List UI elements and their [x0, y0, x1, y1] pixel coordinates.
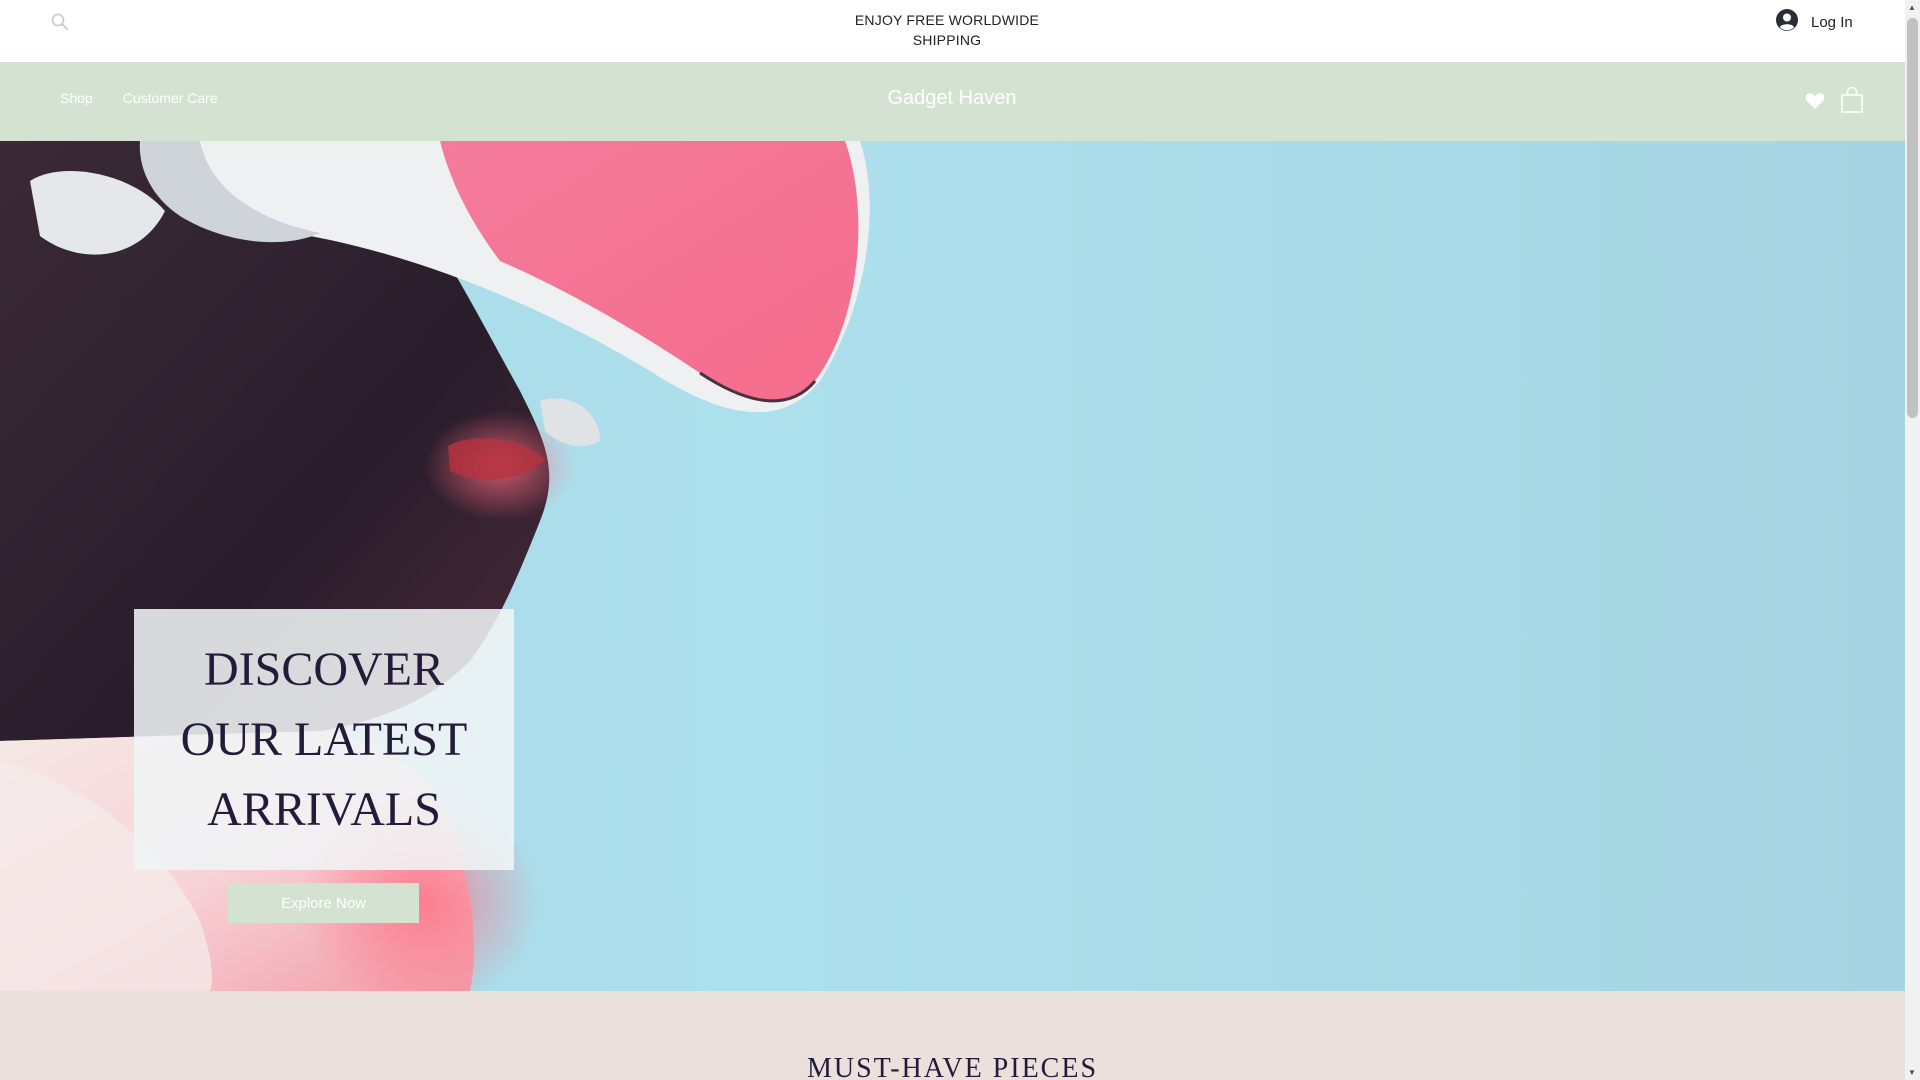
hero-card: DISCOVER OUR LATEST ARRIVALS	[134, 609, 514, 870]
scroll-down-arrow-icon[interactable]: ▼	[1908, 1068, 1916, 1078]
main-nav: Shop Customer Care Gadget Haven	[0, 62, 1905, 141]
search-icon[interactable]	[50, 12, 70, 32]
shipping-announcement: ENJOY FREE WORLDWIDE SHIPPING	[854, 12, 1040, 48]
section-title: MUST-HAVE PIECES	[806, 1053, 1099, 1080]
nav-links: Shop Customer Care	[60, 90, 218, 106]
user-avatar-icon	[1775, 8, 1799, 37]
shopping-bag-icon[interactable]	[1840, 86, 1864, 114]
vertical-scrollbar[interactable]: ▲ ▼	[1905, 0, 1920, 1080]
nav-link-customer-care[interactable]: Customer Care	[123, 90, 218, 106]
hero-banner: DISCOVER OUR LATEST ARRIVALS Explore Now	[0, 141, 1905, 991]
scroll-thumb[interactable]	[1907, 18, 1918, 418]
login-label: Log In	[1811, 13, 1853, 31]
hero-title: DISCOVER OUR LATEST ARRIVALS	[180, 642, 468, 836]
explore-now-button[interactable]: Explore Now	[228, 883, 419, 923]
announcement-bar: ENJOY FREE WORLDWIDE SHIPPING Log In	[0, 0, 1905, 62]
nav-link-shop[interactable]: Shop	[60, 90, 93, 106]
heart-icon[interactable]	[1804, 91, 1826, 111]
brand-name[interactable]: Gadget Haven	[852, 87, 1052, 110]
login-button[interactable]: Log In	[1775, 8, 1853, 37]
must-have-section: MUST-HAVE PIECES	[0, 991, 1905, 1080]
scroll-up-arrow-icon[interactable]: ▲	[1908, 3, 1916, 13]
page: ENJOY FREE WORLDWIDE SHIPPING Log In Sho…	[0, 0, 1905, 1080]
